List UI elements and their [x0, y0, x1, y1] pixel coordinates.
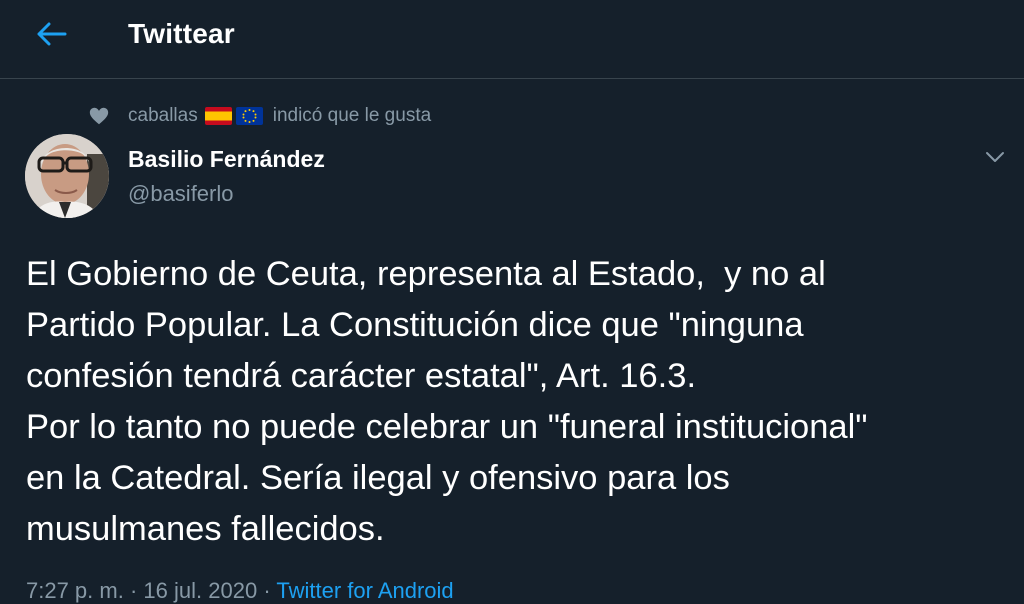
heart-icon [89, 107, 109, 125]
liker-name[interactable]: caballas [128, 105, 198, 127]
top-bar: Twittear [0, 0, 1024, 79]
more-options-button[interactable] [978, 140, 1012, 174]
tweet-time[interactable]: 7:27 p. m. [26, 578, 124, 603]
author-name[interactable]: Basilio Fernández [128, 146, 325, 173]
tweet-text: El Gobierno de Ceuta, representa al Esta… [26, 255, 868, 548]
tweet-source-link[interactable]: Twitter for Android [276, 578, 453, 603]
tweet-meta: 7:27 p. m. · 16 jul. 2020 · Twitter for … [26, 578, 454, 604]
back-button[interactable] [30, 14, 74, 54]
chevron-down-icon [986, 152, 1004, 162]
tweet-date[interactable]: 16 jul. 2020 [143, 578, 257, 603]
avatar[interactable] [25, 134, 109, 218]
author-handle[interactable]: @basiferlo [128, 181, 234, 207]
page-title: Twittear [128, 18, 235, 49]
meta-separator: · [129, 578, 138, 603]
social-context: caballas indicó que le gusta [88, 103, 431, 129]
spain-flag-icon [204, 107, 232, 125]
eu-flag-icon [235, 107, 263, 125]
arrow-left-icon [37, 22, 67, 46]
social-context-action: indicó que le gusta [272, 105, 432, 126]
meta-separator: · [263, 578, 271, 603]
